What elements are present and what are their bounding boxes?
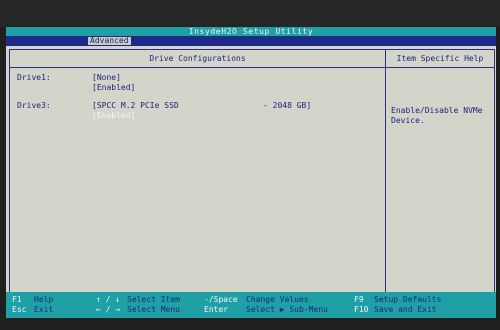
help-title: Item Specific Help	[396, 54, 484, 63]
footer-bar: F1 Help Esc Exit ↑ / ↓ Select Item ← / →…	[6, 292, 496, 318]
key-esc-desc: Exit	[34, 305, 54, 314]
monitor-bezel-right	[496, 27, 500, 318]
drive3-size: - 2048 GB]	[263, 101, 312, 110]
menu-bar: Advanced	[6, 36, 496, 46]
panel-divider	[385, 50, 386, 310]
drive3-enabled-option[interactable]: [Enabled]	[92, 111, 135, 120]
key-f9: F9	[354, 295, 364, 304]
key-f1: F1	[12, 295, 22, 304]
drive1-value: [None]	[92, 73, 121, 82]
help-line-2: Device.	[391, 116, 425, 125]
key-enter: Enter	[204, 305, 229, 314]
help-line-1: Enable/Disable NVMe	[391, 106, 483, 115]
key-updown: ↑ / ↓	[96, 295, 121, 304]
key-minus-space: -/Space	[204, 295, 238, 304]
drive1-label: Drive1:	[17, 73, 51, 82]
main-panel: Drive Configurations Item Specific Help …	[9, 49, 495, 311]
key-esc: Esc	[12, 305, 27, 314]
drive3-value: [SPCC M.2 PCIe SSD	[92, 101, 179, 110]
help-text: Enable/Disable NVMe Device.	[391, 106, 491, 126]
key-enter-desc: Select ▶ Sub-Menu	[246, 305, 328, 314]
section-title: Drive Configurations	[149, 54, 246, 63]
key-f1-desc: Help	[34, 295, 54, 304]
drive3-label: Drive3:	[17, 101, 51, 110]
key-updown-desc: Select Item	[127, 295, 180, 304]
app-title: InsydeH2O Setup Utility	[6, 27, 496, 36]
header-divider	[10, 67, 494, 68]
key-f10: F10	[354, 305, 369, 314]
key-leftright-desc: Select Menu	[127, 305, 180, 314]
key-leftright: ← / →	[96, 305, 121, 314]
monitor-bezel-bottom	[0, 318, 500, 330]
bios-screen: InsydeH2O Setup Utility Advanced Drive C…	[6, 27, 496, 318]
drive1-enabled-option[interactable]: [Enabled]	[92, 83, 135, 92]
monitor-bezel-top	[0, 0, 500, 27]
key-minus-space-desc: Change Values	[246, 295, 309, 304]
key-f9-desc: Setup Defaults	[374, 295, 442, 304]
tab-advanced[interactable]: Advanced	[88, 37, 131, 45]
key-f10-desc: Save and Exit	[374, 305, 437, 314]
